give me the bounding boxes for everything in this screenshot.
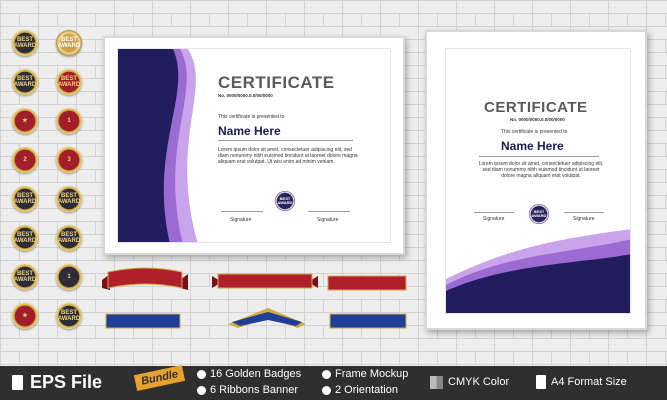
badge-label: 2 [23, 157, 27, 163]
presented-to-text: This certificate is presented to [501, 129, 568, 135]
certificate-body: Lorem ipsum dolor sit amet, consectetuer… [218, 147, 358, 165]
landscape-certificate: CERTIFICATE No. 0000/0000.0.0/00/0000 Th… [117, 48, 391, 243]
feature-frame-mockup: Frame Mockup [335, 368, 409, 380]
color-grid-icon [430, 376, 443, 389]
badge-label: BEST AWARD [57, 232, 81, 244]
badge-label: BEST AWARD [13, 271, 37, 283]
signature-label-right: Signature [317, 217, 339, 223]
award-badge: BEST AWARD [12, 225, 38, 251]
recipient-name: Name Here [501, 139, 564, 153]
feature-cmyk: CMYK Color [448, 376, 510, 388]
certificate-number: No. 0000/0000.0.0/00/0000 [218, 93, 273, 98]
certificate-title: CERTIFICATE [218, 73, 335, 92]
badge-label: ★ [22, 313, 28, 319]
badge-label: 1 [67, 118, 71, 124]
feature-a4: A4 Format Size [551, 376, 627, 388]
badge-label: BEST AWARD [13, 232, 37, 244]
award-badge: BEST AWARD [12, 264, 38, 290]
document-icon [536, 375, 546, 389]
eps-file-label: EPS File [30, 372, 103, 392]
feature-ribbons: 6 Ribbons Banner [210, 384, 299, 396]
check-icon [197, 386, 206, 395]
award-badge: 2 [12, 147, 38, 173]
certificate-title: CERTIFICATE [484, 99, 588, 116]
ribbon-blue-peaked [228, 308, 306, 328]
award-badge: ★ [12, 108, 38, 134]
ribbon-banners [102, 267, 407, 329]
badge-label: BEST AWARD [13, 76, 37, 88]
signature-label-left: Signature [230, 217, 252, 223]
presented-to-text: This certificate is presented to [218, 114, 285, 120]
badge-label: BEST AWARD [57, 76, 81, 88]
portrait-certificate-frame: CERTIFICATE No. 0000/0000.0.0/00/0000 Th… [425, 30, 647, 330]
signature-line-left [474, 212, 514, 213]
certificate-body: Lorem ipsum dolor sit amet, consectetuer… [478, 161, 604, 179]
certificate-number: No. 0000/0000.0.0/00/0000 [510, 117, 565, 122]
seal-label: BEST AWARD [531, 209, 547, 218]
badge-label: ★ [22, 118, 28, 124]
award-badge: ★ [12, 303, 38, 329]
award-badge: 1 [56, 108, 82, 134]
file-icon [12, 375, 23, 390]
award-badge: 1 [56, 264, 82, 290]
badge-label: BEST AWARD [57, 310, 81, 322]
ribbon-red-straight [327, 275, 407, 291]
signature-line-left [221, 211, 263, 212]
bundle-tag: Bundle [133, 365, 186, 391]
award-badge: BEST AWARD [12, 30, 38, 56]
award-badge: BEST AWARD [56, 30, 82, 56]
ribbon-blue-flat [105, 313, 181, 329]
badge-label: BEST AWARD [13, 193, 37, 205]
signature-line-right [308, 211, 350, 212]
award-badge: BEST AWARD [56, 186, 82, 212]
badge-label: 3 [67, 157, 71, 163]
name-underline [479, 156, 599, 157]
landscape-certificate-frame: CERTIFICATE No. 0000/0000.0.0/00/0000 Th… [103, 36, 405, 255]
name-underline [218, 140, 353, 141]
award-badge: BEST AWARD [56, 69, 82, 95]
badge-label: 1 [67, 274, 71, 280]
ribbon-blue-straight [329, 313, 407, 329]
award-badge: BEST AWARD [56, 225, 82, 251]
ribbon-red-curved [102, 267, 188, 290]
signature-line-right [564, 212, 604, 213]
award-badge: BEST AWARD [12, 69, 38, 95]
signature-label-right: Signature [573, 216, 595, 222]
certificate-seal: BEST AWARD [275, 191, 295, 211]
signature-label-left: Signature [483, 216, 505, 222]
badge-label: BEST AWARD [57, 193, 81, 205]
award-badge: BEST AWARD [56, 303, 82, 329]
badge-label: BEST AWARD [57, 37, 81, 49]
feature-badges: 16 Golden Badges [210, 368, 302, 380]
award-badge: 3 [56, 147, 82, 173]
certificate-seal: BEST AWARD [529, 204, 549, 224]
seal-label: BEST AWARD [277, 196, 293, 205]
recipient-name: Name Here [218, 124, 281, 138]
feature-orientation: 2 Orientation [335, 384, 398, 396]
portrait-certificate: CERTIFICATE No. 0000/0000.0.0/00/0000 Th… [445, 48, 631, 314]
check-icon [197, 370, 206, 379]
portrait-certificate-wave [446, 229, 630, 313]
ribbon-red-flat [212, 273, 318, 289]
check-icon [322, 370, 331, 379]
check-icon [322, 386, 331, 395]
badge-label: BEST AWARD [13, 37, 37, 49]
footer-bar: EPS File Bundle 16 Golden Badges 6 Ribbo… [0, 365, 667, 400]
award-badge: BEST AWARD [12, 186, 38, 212]
